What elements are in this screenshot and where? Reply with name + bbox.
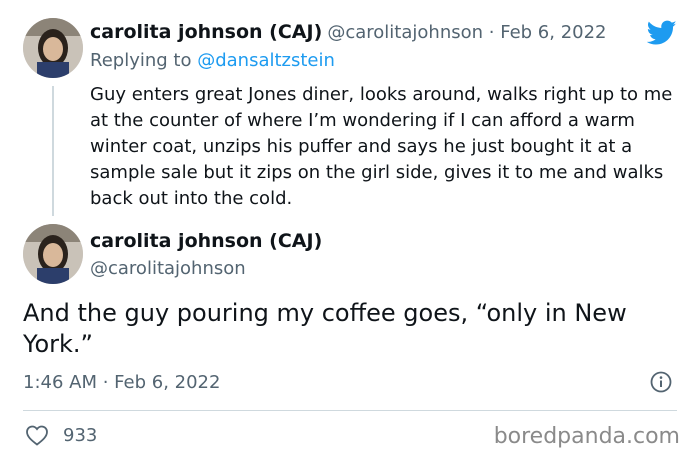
reply-author-handle[interactable]: @carolitajohnson [327,22,483,43]
twitter-bird-icon[interactable] [647,20,677,46]
reply-tweet-header: carolita johnson (CAJ) @carolitajohnson … [90,21,672,71]
reply-author-name[interactable]: carolita johnson (CAJ) [90,21,322,43]
site-watermark: boredpanda.com [493,424,680,449]
heart-icon [26,425,48,446]
main-tweet-header: carolita johnson (CAJ) @carolitajohnson [90,230,322,279]
thread-connector-line [52,86,54,216]
replying-prefix: Replying to [90,50,198,71]
replying-to-line: Replying to @dansaltzstein [90,50,672,71]
like-button[interactable]: 933 [25,424,97,446]
reply-tweet-text: Guy enters great Jones diner, looks arou… [90,84,673,209]
replying-to-mention[interactable]: @dansaltzstein [197,50,335,71]
main-author-avatar[interactable] [23,224,83,284]
main-author-handle[interactable]: @carolitajohnson [90,258,322,279]
main-tweet-timestamp[interactable]: 1:46 AM · Feb 6, 2022 [23,372,220,393]
reply-author-avatar[interactable] [23,18,83,78]
reply-date[interactable]: Feb 6, 2022 [500,22,606,43]
like-count: 933 [63,424,98,446]
reply-separator: · [483,22,501,43]
info-icon[interactable] [650,371,672,393]
tweet-divider [23,410,677,411]
main-tweet-text: And the guy pouring my coffee goes, “onl… [23,299,627,358]
main-author-name[interactable]: carolita johnson (CAJ) [90,230,322,252]
